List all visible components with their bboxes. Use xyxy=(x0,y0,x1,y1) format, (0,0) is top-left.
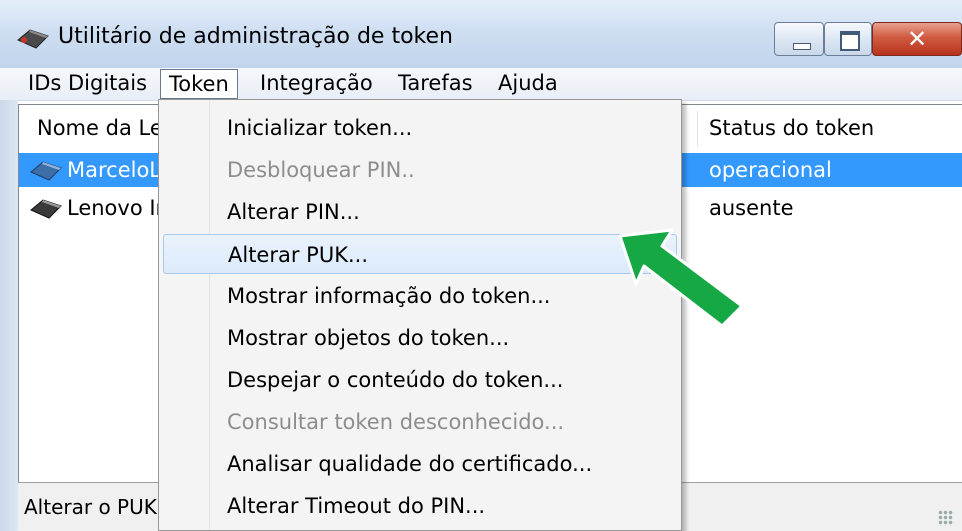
token-device-icon xyxy=(17,29,49,49)
column-divider[interactable] xyxy=(697,111,698,147)
menu-ajuda[interactable]: Ajuda xyxy=(498,68,558,100)
app-window: Utilitário de administração de token ✕ I… xyxy=(0,0,962,531)
window-title: Utilitário de administração de token xyxy=(58,24,453,49)
column-header-name[interactable]: Nome da Le xyxy=(37,105,163,151)
close-button[interactable]: ✕ xyxy=(872,22,962,56)
menu-item-mostrar-informacao[interactable]: Mostrar informação do token... xyxy=(163,276,677,316)
menu-item-label: Inicializar token... xyxy=(227,116,413,140)
menu-item-alterar-timeout[interactable]: Alterar Timeout do PIN... xyxy=(163,486,677,526)
menu-item-mostrar-objetos[interactable]: Mostrar objetos do token... xyxy=(163,318,677,358)
menu-ids-digitais[interactable]: IDs Digitais xyxy=(28,68,147,100)
token-device-icon xyxy=(30,161,62,181)
menu-item-analisar-qualidade[interactable]: Analisar qualidade do certificado... xyxy=(163,444,677,484)
menu-item-despejar-conteudo[interactable]: Despejar o conteúdo do token... xyxy=(163,360,677,400)
token-status: operacional xyxy=(709,158,832,182)
menu-item-label: Mostrar objetos do token... xyxy=(227,326,510,350)
menu-bar: IDs Digitais Token Integração Tarefas Aj… xyxy=(0,68,962,101)
menu-item-alterar-puk[interactable]: Alterar PUK... xyxy=(163,234,677,274)
token-name: MarceloL xyxy=(67,158,162,182)
menu-item-label: Alterar PUK... xyxy=(228,243,368,267)
menu-item-inicializar-token[interactable]: Inicializar token... xyxy=(163,108,677,148)
menu-item-consultar-token[interactable]: Consultar token desconhecido... xyxy=(163,402,677,442)
minimize-button[interactable] xyxy=(774,22,824,56)
minimize-icon xyxy=(793,43,811,50)
resize-grip-icon[interactable] xyxy=(938,510,954,526)
token-menu-dropdown: Inicializar token... Desbloquear PIN.. A… xyxy=(158,99,682,531)
menu-tarefas[interactable]: Tarefas xyxy=(398,68,473,100)
token-device-icon xyxy=(30,199,62,219)
close-icon: ✕ xyxy=(906,25,928,53)
maximize-icon xyxy=(840,31,860,51)
menu-item-alterar-pin[interactable]: Alterar PIN... xyxy=(163,192,677,232)
menu-item-label: Mostrar informação do token... xyxy=(227,284,551,308)
menu-item-label: Despejar o conteúdo do token... xyxy=(227,368,564,392)
menu-item-label: Alterar Timeout do PIN... xyxy=(227,494,486,518)
green-arrow-icon xyxy=(618,228,744,328)
token-name: Lenovo Ir xyxy=(67,196,165,220)
menu-integracao[interactable]: Integração xyxy=(260,68,373,100)
window-frame-left xyxy=(0,100,18,531)
menu-token[interactable]: Token xyxy=(160,69,238,99)
status-text: Alterar o PUK xyxy=(24,495,157,519)
menu-item-label: Analisar qualidade do certificado... xyxy=(227,452,593,476)
menu-item-label: Alterar PIN... xyxy=(227,200,360,224)
maximize-button[interactable] xyxy=(824,22,872,56)
column-header-status[interactable]: Status do token xyxy=(709,105,874,151)
menu-item-desbloquear-pin[interactable]: Desbloquear PIN.. xyxy=(163,150,677,190)
menu-item-label: Consultar token desconhecido... xyxy=(227,410,565,434)
title-bar[interactable]: Utilitário de administração de token ✕ xyxy=(0,0,962,68)
menu-item-label: Desbloquear PIN.. xyxy=(227,158,415,182)
